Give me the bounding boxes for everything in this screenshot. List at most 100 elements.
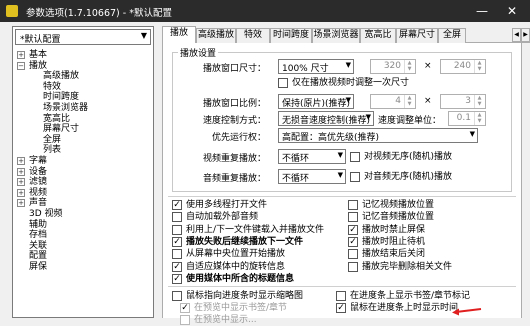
checkbox-label: 自适应媒体中的旋转信息	[186, 261, 286, 272]
spin-arrows-icon: ▲ ▼	[474, 60, 484, 73]
ratio-b-spinner-value: 3	[465, 96, 471, 106]
expand-toggle-icon[interactable]: +	[17, 51, 25, 59]
audio-repeat-combo[interactable]: 不循环 ▼	[278, 169, 346, 184]
setting-label: 优先运行权：	[211, 133, 266, 143]
tree-item[interactable]: 屏保	[17, 261, 149, 273]
checkbox-checked-icon[interactable]: ✓	[348, 224, 358, 235]
tab-scroll-left-icon[interactable]: ◀	[512, 28, 521, 42]
checkbox-label: 对视频无序(随机)播放	[364, 152, 453, 162]
setting-label: 音频重复播放：	[202, 174, 266, 184]
checkbox-label: 利用上/下一文件键载入并播放文件	[186, 224, 325, 235]
checkbox-icon[interactable]	[172, 212, 182, 223]
close-button[interactable]: ✕	[500, 0, 524, 22]
video-repeat-combo[interactable]: 不循环 ▼	[278, 149, 346, 164]
checkbox-icon[interactable]	[172, 224, 182, 235]
minimize-button[interactable]: —	[470, 0, 494, 22]
priority-combo[interactable]: 高配置：高优先级(推荐) ▼	[278, 128, 478, 143]
app-icon	[6, 5, 18, 17]
ratio-combo-value: 保持(原片)(推荐)	[282, 99, 351, 109]
tab-8[interactable]: 全屏	[438, 28, 466, 43]
checkbox-icon[interactable]	[180, 315, 190, 325]
checkbox-label: 播放结束后关闭	[362, 249, 426, 260]
checkbox-icon[interactable]	[172, 249, 182, 260]
tab-1[interactable]: 播放	[162, 26, 196, 44]
checkbox-label: 对音频无序(随机)播放	[364, 172, 453, 182]
width-spinner[interactable]: 320 ▲ ▼	[370, 59, 416, 74]
minimize-icon: —	[476, 4, 488, 18]
spin-arrows-icon: ▲ ▼	[404, 95, 414, 108]
checkbox-icon[interactable]	[350, 172, 360, 182]
checkbox-checked-icon[interactable]: ✓	[348, 236, 358, 247]
checkbox-label: 在预览中显示书签/章节	[194, 303, 288, 313]
times-sign: ×	[424, 61, 432, 71]
speed-mode-combo[interactable]: 无损音速度控制(推荐) ▼	[278, 111, 374, 126]
tab-6[interactable]: 宽高比	[360, 28, 396, 43]
checkbox-label: 在预览中显示...	[194, 315, 257, 325]
checkbox-label: 记忆音频播放位置	[362, 212, 435, 223]
expand-toggle-icon[interactable]: +	[17, 188, 25, 197]
checkbox-label: 从屏幕中央位置开始播放	[186, 249, 286, 260]
window-title: 参数选项(1.7.10667) - *默认配置	[26, 8, 172, 19]
tab-2[interactable]: 高级播放	[196, 28, 236, 43]
expand-toggle-icon[interactable]: +	[17, 167, 25, 176]
window-size-combo[interactable]: 100% 尺寸 ▼	[278, 59, 354, 74]
profile-dropdown-value: *默认配置	[20, 35, 61, 45]
checkbox-checked-icon[interactable]: ✓	[180, 303, 190, 313]
expand-toggle-icon[interactable]: +	[17, 199, 25, 208]
expand-toggle-icon[interactable]: +	[17, 178, 25, 187]
ratio-combo[interactable]: 保持(原片)(推荐) ▼	[278, 94, 354, 109]
checkbox-icon[interactable]	[350, 152, 360, 162]
divider	[168, 286, 516, 287]
chevron-down-icon: ▼	[337, 171, 343, 179]
chevron-down-icon: ▼	[365, 113, 371, 121]
tab-5[interactable]: 场景浏览器	[312, 28, 360, 43]
checkbox-label: 在进度条上显示书签/章节标记	[350, 291, 471, 301]
checkbox-icon[interactable]	[348, 200, 358, 210]
tab-7[interactable]: 屏幕尺寸	[396, 28, 438, 43]
window-size-combo-value: 100% 尺寸	[282, 64, 329, 74]
spin-arrows-icon: ▲ ▼	[404, 60, 414, 73]
group-title: 播放设置	[178, 46, 219, 59]
video-repeat-combo-value: 不循环	[282, 154, 310, 164]
speed-unit-spinner[interactable]: 0.1 ▲ ▼	[448, 111, 486, 126]
setting-label: 播放窗口尺寸：	[202, 64, 266, 74]
setting-label: 播放窗口比例：	[202, 99, 266, 109]
speed-mode-combo-value: 无损音速度控制(推荐)	[282, 116, 371, 126]
close-icon: ✕	[506, 4, 518, 18]
ratio-a-spinner[interactable]: 4 ▲ ▼	[370, 94, 416, 109]
checkbox-icon[interactable]	[278, 78, 288, 88]
checkbox-icon[interactable]	[348, 261, 358, 272]
checkbox-checked-icon[interactable]: ✓	[336, 303, 346, 313]
checkbox-label: 使用媒体中所含的标题信息	[186, 273, 295, 284]
profile-dropdown[interactable]: *默认配置 ▼	[15, 29, 151, 45]
audio-repeat-combo-value: 不循环	[282, 174, 310, 184]
checkbox-icon[interactable]	[348, 212, 358, 223]
times-sign: ×	[424, 96, 432, 106]
checkbox-checked-icon[interactable]: ✓	[172, 261, 182, 272]
checkbox-checked-icon[interactable]: ✓	[172, 273, 182, 284]
tab-4[interactable]: 时间跨度	[270, 28, 312, 43]
checkbox-label: 播放完毕删除相关文件	[362, 261, 453, 272]
expand-toggle-icon[interactable]: −	[17, 61, 25, 70]
expand-toggle-icon[interactable]: +	[17, 157, 25, 165]
checkbox-label: 仅在播放视频时调整一次尺寸	[292, 78, 410, 88]
height-spinner-value: 240	[453, 61, 471, 71]
checkbox-label: 记忆视频播放位置	[362, 200, 435, 210]
checkbox-label: 播放失败后继续播放下一文件	[186, 236, 304, 247]
checkbox-icon[interactable]	[348, 249, 358, 260]
checkbox-label: 播放时禁止屏保	[362, 224, 426, 235]
checkbox-label: 播放时阻止待机	[362, 236, 426, 247]
chevron-down-icon: ▼	[337, 151, 343, 159]
checkbox-checked-icon[interactable]: ✓	[172, 200, 182, 210]
checkbox-checked-icon[interactable]: ✓	[172, 236, 182, 247]
checkbox-icon[interactable]	[336, 291, 346, 301]
tab-scroll-right-icon[interactable]: ▶	[521, 28, 530, 42]
chevron-down-icon: ▼	[140, 31, 147, 40]
tab-3[interactable]: 特效	[236, 28, 270, 43]
checkbox-icon[interactable]	[172, 291, 182, 301]
chevron-down-icon: ▼	[345, 61, 351, 69]
speed-unit-label: 速度调整单位：	[378, 116, 442, 126]
height-spinner[interactable]: 240 ▲ ▼	[440, 59, 486, 74]
ratio-b-spinner[interactable]: 3 ▲ ▼	[440, 94, 486, 109]
chevron-down-icon: ▼	[469, 130, 475, 138]
